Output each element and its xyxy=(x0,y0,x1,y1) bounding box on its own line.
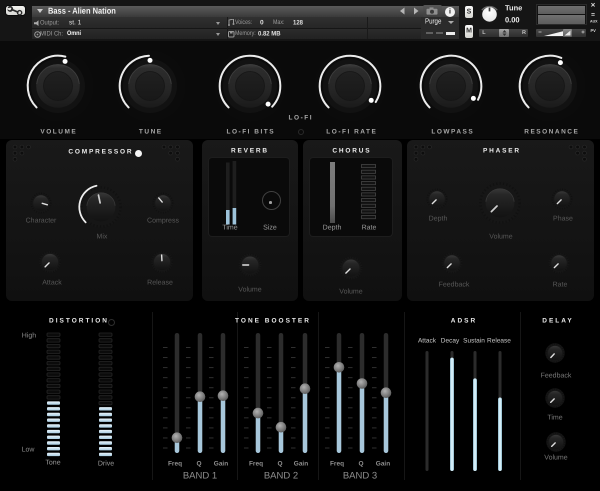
svg-text:Mix: Mix xyxy=(96,233,107,240)
svg-text:AUX: AUX xyxy=(590,19,598,23)
svg-text:0.82 MB: 0.82 MB xyxy=(257,30,280,37)
svg-text:Memory:: Memory: xyxy=(234,30,255,37)
svg-text:Release: Release xyxy=(487,337,511,344)
svg-text:S: S xyxy=(466,8,471,15)
svg-text:MIDI Ch:: MIDI Ch: xyxy=(39,30,62,37)
svg-text:Rate: Rate xyxy=(553,281,568,288)
svg-text:Depth: Depth xyxy=(429,215,448,222)
svg-text:High: High xyxy=(21,333,36,340)
svg-text:+: + xyxy=(581,30,585,36)
svg-text:LO-FI: LO-FI xyxy=(289,114,313,121)
svg-text:Character: Character xyxy=(25,217,56,224)
svg-text:Volume: Volume xyxy=(489,233,512,240)
svg-text:Feedback: Feedback xyxy=(541,372,572,379)
svg-text:BAND 3: BAND 3 xyxy=(342,471,376,482)
svg-text:DISTORTION: DISTORTION xyxy=(49,318,109,325)
svg-text:PV: PV xyxy=(591,27,597,32)
svg-text:Time: Time xyxy=(547,415,562,422)
svg-text:CHORUS: CHORUS xyxy=(332,147,371,154)
svg-text:RESONANCE: RESONANCE xyxy=(524,128,579,135)
svg-text:PHASER: PHASER xyxy=(482,147,520,154)
svg-text:COMPRESSOR: COMPRESSOR xyxy=(68,149,133,156)
svg-text:Volume: Volume xyxy=(544,454,567,461)
svg-text:DELAY: DELAY xyxy=(542,318,573,325)
svg-text:Attack: Attack xyxy=(42,279,62,286)
svg-text:TONE BOOSTER: TONE BOOSTER xyxy=(235,318,311,325)
svg-text:Low: Low xyxy=(21,447,35,454)
svg-text:Omni: Omni xyxy=(66,30,80,36)
svg-text:Phase: Phase xyxy=(553,215,573,222)
